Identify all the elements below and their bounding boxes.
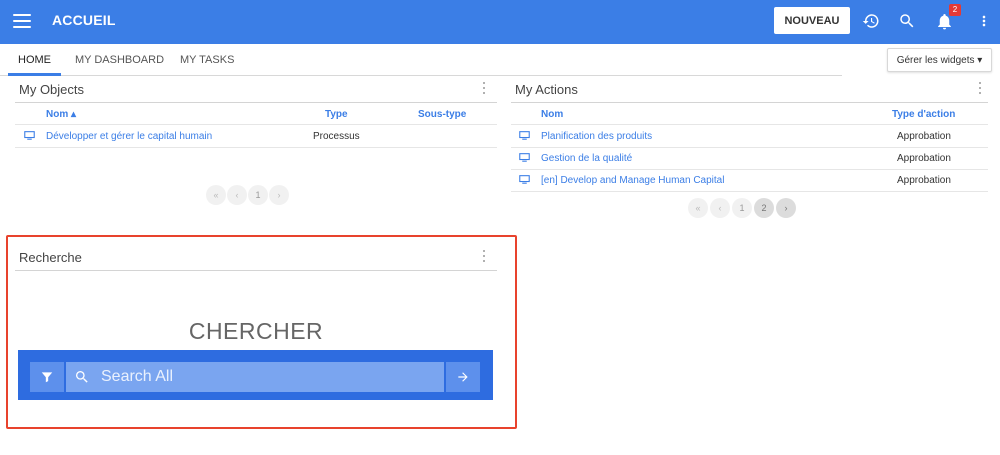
search-submit-button[interactable] [446, 362, 480, 392]
monitor-icon [519, 131, 530, 140]
column-header-name[interactable]: Nom [541, 109, 563, 120]
divider [511, 169, 988, 170]
recherche-menu-icon[interactable] [481, 249, 487, 263]
divider [15, 124, 497, 125]
monitor-icon [519, 153, 530, 162]
pagination-page-2[interactable]: 2 [754, 198, 774, 218]
column-header-subtype[interactable]: Sous-type [418, 109, 466, 120]
menu-icon[interactable] [13, 13, 31, 29]
action-type: Approbation [897, 175, 951, 186]
divider [15, 147, 497, 148]
tab-home[interactable]: HOME [18, 54, 51, 66]
search-icon[interactable] [896, 10, 918, 32]
history-icon[interactable] [860, 10, 882, 32]
search-heading: CHERCHER [188, 318, 324, 344]
top-app-bar: ACCUEIL NOUVEAU 2 [0, 0, 1000, 44]
tab-bar: HOME MY DASHBOARD MY TASKS [0, 44, 842, 76]
my-actions-menu-icon[interactable] [977, 81, 983, 95]
pagination-prev-button[interactable]: ‹ [227, 185, 247, 205]
action-link[interactable]: Planification des produits [541, 131, 652, 142]
tab-my-dashboard[interactable]: MY DASHBOARD [75, 54, 164, 66]
pagination-next-button[interactable]: › [776, 198, 796, 218]
divider [511, 102, 988, 103]
pagination-page-1[interactable]: 1 [248, 185, 268, 205]
action-type: Approbation [897, 131, 951, 142]
divider [511, 191, 988, 192]
my-actions-title: My Actions [515, 82, 578, 97]
arrow-right-icon [458, 372, 468, 382]
action-link[interactable]: Gestion de la qualité [541, 153, 632, 164]
pagination-next-button[interactable]: › [269, 185, 289, 205]
divider [15, 270, 497, 271]
recherche-title: Recherche [19, 250, 82, 265]
column-header-action-type[interactable]: Type d'action [892, 109, 955, 120]
action-link[interactable]: [en] Develop and Manage Human Capital [541, 175, 724, 186]
active-tab-indicator [8, 73, 61, 76]
more-vert-icon[interactable] [973, 10, 995, 32]
monitor-icon [24, 131, 35, 140]
new-button[interactable]: NOUVEAU [774, 7, 850, 34]
notification-badge: 2 [949, 4, 961, 16]
pagination-prev-button[interactable]: ‹ [710, 198, 730, 218]
pagination-page-1[interactable]: 1 [732, 198, 752, 218]
filter-icon [41, 372, 53, 383]
tab-my-tasks[interactable]: MY TASKS [180, 54, 234, 66]
monitor-icon [519, 175, 530, 184]
column-header-name[interactable]: Nom ▴ [46, 109, 76, 120]
manage-widgets-button[interactable]: Gérer les widgets ▾ [887, 48, 992, 72]
object-type: Processus [313, 131, 360, 142]
my-objects-menu-icon[interactable] [481, 81, 487, 95]
pagination-first-button[interactable]: « [688, 198, 708, 218]
object-link[interactable]: Développer et gérer le capital humain [46, 131, 212, 142]
divider [15, 102, 497, 103]
action-type: Approbation [897, 153, 951, 164]
search-placeholder: Search All [101, 368, 174, 385]
page-title: ACCUEIL [52, 12, 116, 28]
divider [511, 147, 988, 148]
column-header-type[interactable]: Type [325, 109, 348, 120]
divider [511, 124, 988, 125]
filter-button[interactable] [30, 362, 64, 392]
pagination-first-button[interactable]: « [206, 185, 226, 205]
my-objects-title: My Objects [19, 82, 85, 97]
search-icon [76, 371, 88, 383]
